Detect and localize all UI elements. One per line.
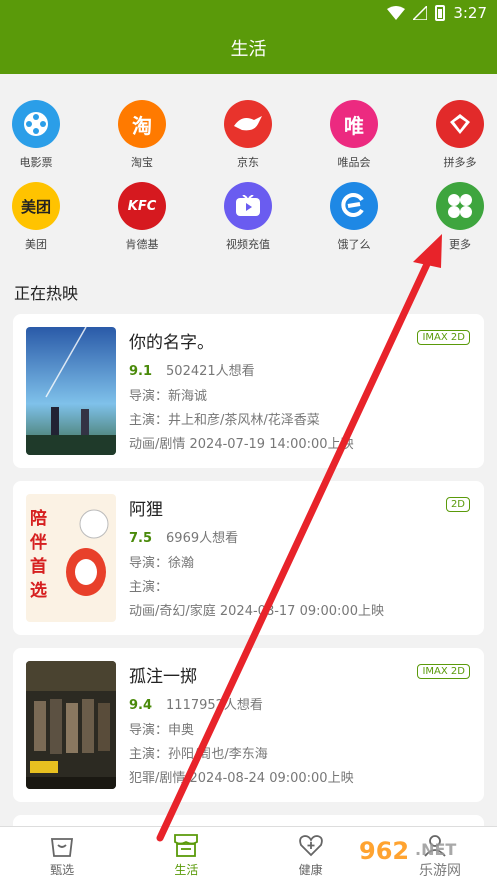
movie-rating-row: 9.1 502421人想看 xyxy=(129,360,255,379)
movie-info: 犯罪/剧情 2024-08-24 09:00:00上映 xyxy=(129,771,354,786)
status-bar: 3:27 xyxy=(0,0,497,28)
movie-card[interactable]: 陪伴首选 阿狸 2D 7.5 6969人想看 导演：徐瀚 主演： 动画/奇幻/家庭… xyxy=(13,481,484,635)
movie-rating-row: 7.5 6969人想看 xyxy=(129,527,238,546)
movie-score: 9.1 xyxy=(129,364,153,379)
eleme-icon xyxy=(330,182,378,230)
movie-wants: 502421人想看 xyxy=(166,364,255,379)
svg-text:.NET: .NET xyxy=(415,840,456,859)
movie-cast: 主演：井上和彦/茶风林/花泽香菜 xyxy=(129,413,320,428)
more-grid-icon xyxy=(436,182,484,230)
vip-icon: 唯 xyxy=(330,100,378,148)
service-jd[interactable]: 京东 xyxy=(208,100,288,170)
movie-poster xyxy=(26,661,116,789)
movie-info: 动画/奇幻/家庭 2024-08-17 09:00:00上映 xyxy=(129,604,384,619)
service-pinduoduo[interactable]: 拼多多 xyxy=(420,100,497,170)
svg-text:乐游网: 乐游网 xyxy=(419,863,461,879)
service-label: 肯德基 xyxy=(125,238,159,251)
heart-plus-icon xyxy=(298,835,323,857)
movie-title: 你的名字。 xyxy=(129,333,214,353)
watermark-logo: 962 .NET 乐游网 xyxy=(359,837,461,879)
tab-label: 生活 xyxy=(174,863,199,877)
movie-wants: 1117952人想看 xyxy=(166,698,263,713)
movie-card[interactable]: 孤注一掷 IMAX 2D 9.4 1117952人想看 导演：申奥 主演：孙阳/周… xyxy=(13,648,484,802)
movie-wants: 6969人想看 xyxy=(166,531,239,546)
tab-curated[interactable]: 甄选 xyxy=(0,827,124,883)
service-label: 拼多多 xyxy=(443,156,477,169)
wifi-icon xyxy=(387,6,406,20)
film-reel-icon xyxy=(12,100,60,148)
movie-director: 导演：新海诚 xyxy=(129,389,208,404)
movie-info: 动画/剧情 2024-07-19 14:00:00上映 xyxy=(129,437,354,452)
service-label: 淘宝 xyxy=(131,156,153,169)
shopping-bag-icon xyxy=(51,838,74,857)
service-label: 更多 xyxy=(449,238,471,251)
service-meituan[interactable]: 美团 美团 xyxy=(0,182,76,252)
service-label: 唯品会 xyxy=(337,156,371,169)
service-label: 京东 xyxy=(237,156,259,169)
service-more[interactable]: 更多 xyxy=(420,182,497,252)
movie-poster: 陪伴首选 xyxy=(26,494,116,622)
movie-cast: 主演：孙阳/周也/李东海 xyxy=(129,747,268,762)
service-label: 电影票 xyxy=(19,156,53,169)
movie-card-partial xyxy=(13,815,484,826)
movie-score: 9.4 xyxy=(129,698,153,713)
service-label: 饿了么 xyxy=(337,238,371,251)
pinduoduo-icon xyxy=(436,100,484,148)
battery-icon xyxy=(435,5,446,21)
service-eleme[interactable]: 饿了么 xyxy=(314,182,394,252)
movie-score: 7.5 xyxy=(129,531,153,546)
svg-text:962: 962 xyxy=(359,837,409,865)
meituan-icon: 美团 xyxy=(12,182,60,230)
service-label: 美团 xyxy=(25,238,47,251)
movie-card[interactable]: 你的名字。 IMAX 2D 9.1 502421人想看 导演：新海诚 主演：井上和… xyxy=(13,314,484,468)
tab-label: 甄选 xyxy=(50,863,75,877)
format-badge: IMAX 2D xyxy=(417,664,470,679)
signal-icon xyxy=(413,6,428,20)
svg-text:首: 首 xyxy=(30,556,47,577)
page-title: 生活 xyxy=(230,39,267,60)
section-title: 正在热映 xyxy=(14,284,79,303)
format-badge: IMAX 2D xyxy=(417,330,470,345)
kfc-icon: KFC xyxy=(118,182,166,230)
movie-title: 孤注一掷 xyxy=(129,667,197,687)
format-badge: 2D xyxy=(445,497,470,512)
svg-text:选: 选 xyxy=(30,581,47,601)
jd-dog-icon xyxy=(224,100,272,148)
svg-text:伴: 伴 xyxy=(29,532,47,553)
service-label: 视频充值 xyxy=(226,238,270,251)
movie-rating-row: 9.4 1117952人想看 xyxy=(129,694,263,713)
movie-director: 导演：徐瀚 xyxy=(129,556,195,571)
service-kfc[interactable]: KFC 肯德基 xyxy=(102,182,182,252)
movie-poster xyxy=(26,327,116,455)
taobao-icon: 淘 xyxy=(118,100,166,148)
svg-text:陪: 陪 xyxy=(30,508,47,529)
video-play-icon xyxy=(224,182,272,230)
movie-title: 阿狸 xyxy=(129,500,163,520)
status-time: 3:27 xyxy=(453,4,487,22)
app-bar: 生活 xyxy=(0,28,497,74)
service-vip[interactable]: 唯 唯品会 xyxy=(314,100,394,170)
movie-cast: 主演： xyxy=(129,580,169,595)
service-movie-ticket[interactable]: 电影票 xyxy=(0,100,76,170)
tab-life[interactable]: 生活 xyxy=(124,827,248,883)
store-icon xyxy=(174,834,199,857)
service-video-recharge[interactable]: 视频充值 xyxy=(208,182,288,252)
service-taobao[interactable]: 淘 淘宝 xyxy=(102,100,182,170)
tab-label: 健康 xyxy=(298,863,323,877)
movie-director: 导演：申奥 xyxy=(129,723,195,738)
